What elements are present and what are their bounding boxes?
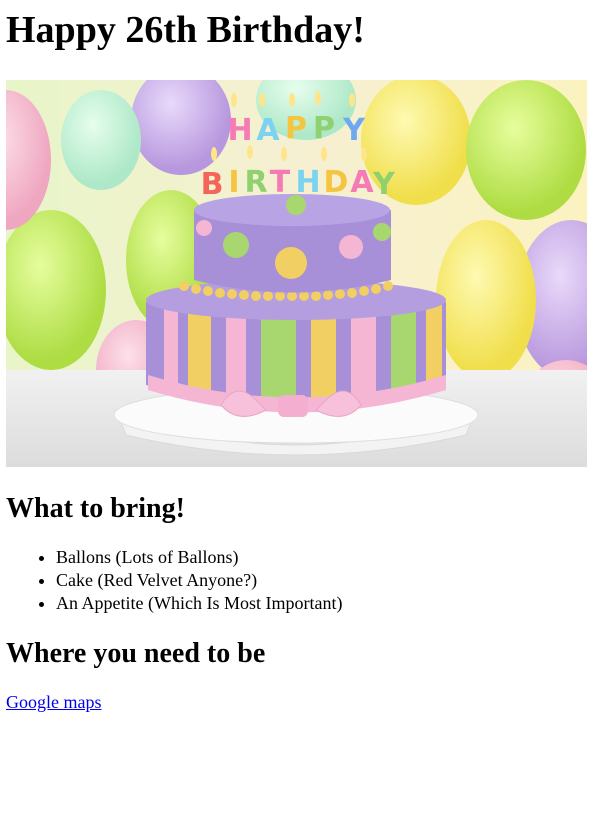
list-item: An Appetite (Which Is Most Important) (56, 592, 591, 615)
where-heading: Where you need to be (6, 638, 266, 669)
svg-text:P: P (285, 111, 307, 146)
google-maps-link[interactable]: Google maps (6, 691, 101, 714)
svg-text:I: I (228, 165, 239, 200)
svg-text:P: P (313, 111, 335, 146)
svg-text:A: A (350, 165, 374, 200)
svg-text:H: H (295, 165, 320, 200)
what-to-bring-heading: What to bring! (6, 493, 185, 524)
page-title: Happy 26th Birthday! (6, 9, 365, 51)
page: Happy 26th Birthday! H A P P Y B I R T H… (0, 0, 597, 714)
svg-text:B: B (201, 167, 224, 202)
birthday-cake-image: H A P P Y B I R T H D A Y (6, 80, 587, 467)
svg-text:Y: Y (372, 167, 396, 202)
svg-text:Y: Y (342, 113, 366, 148)
svg-text:D: D (324, 165, 349, 200)
list-item: Cake (Red Velvet Anyone?) (56, 569, 591, 592)
svg-text:R: R (244, 165, 267, 200)
cake-top-tier (194, 194, 391, 293)
svg-text:T: T (270, 165, 291, 200)
list-item: Ballons (Lots of Ballons) (56, 546, 591, 569)
svg-text:A: A (256, 113, 280, 148)
svg-text:H: H (227, 113, 252, 148)
bring-list: Ballons (Lots of Ballons) Cake (Red Velv… (6, 546, 591, 615)
